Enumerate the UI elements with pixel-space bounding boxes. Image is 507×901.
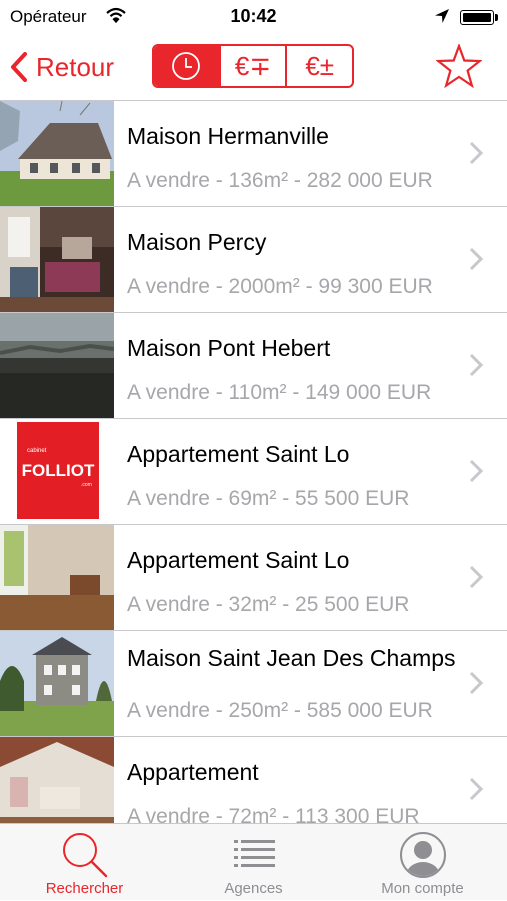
sort-by-date-segment[interactable] xyxy=(154,46,219,86)
listing-details: A vendre - 110m² - 149 000 EUR xyxy=(127,381,432,404)
listing-title: Maison Percy xyxy=(127,229,267,255)
tab-mon-compte[interactable]: Mon compte xyxy=(338,824,507,901)
listing-title: Maison Hermanville xyxy=(127,123,329,149)
listing-details: A vendre - 69m² - 55 500 EUR xyxy=(127,487,410,510)
back-button[interactable]: Retour xyxy=(10,48,114,86)
listing-photo xyxy=(0,631,114,736)
listing-row[interactable]: Appartement Saint Lo A vendre - 32m² - 2… xyxy=(0,525,507,631)
clock-icon xyxy=(172,52,201,80)
sort-price-ascending-segment[interactable]: €± xyxy=(285,46,352,86)
listing-details: A vendre - 136m² - 282 000 EUR xyxy=(127,169,433,192)
status-bar: Opérateur 10:42 xyxy=(0,0,507,34)
euro-minus-plus-icon: €∓ xyxy=(234,50,272,81)
chevron-right-icon xyxy=(469,777,483,801)
back-label: Retour xyxy=(36,51,115,82)
chevron-right-icon xyxy=(469,247,483,271)
sort-segmented-control: €∓ €± xyxy=(152,44,354,88)
battery-icon xyxy=(460,10,498,25)
listing-title: Maison Pont Hebert xyxy=(127,335,331,361)
tab-agences[interactable]: Agences xyxy=(169,824,338,901)
chevron-right-icon xyxy=(469,353,483,377)
listing-photo xyxy=(0,737,114,823)
tab-label: Mon compte xyxy=(381,880,464,897)
tab-label: Rechercher xyxy=(45,880,124,897)
listing-photo xyxy=(0,313,114,418)
listing-details: A vendre - 2000m² - 99 300 EUR xyxy=(127,275,433,298)
listing-photo xyxy=(0,101,114,206)
chevron-right-icon xyxy=(469,459,483,483)
listing-row[interactable]: Maison Percy A vendre - 2000m² - 99 300 … xyxy=(0,207,507,313)
clock-time: 10:42 xyxy=(230,6,277,26)
listing-row[interactable]: Maison Pont Hebert A vendre - 110m² - 14… xyxy=(0,313,507,419)
listing-row[interactable]: Appartement A vendre - 72m² - 113 300 EU… xyxy=(0,737,507,823)
listing-table: Maison Hermanville A vendre - 136m² - 28… xyxy=(0,101,507,823)
listing-title: Appartement Saint Lo xyxy=(127,441,350,467)
svg-text:FOLLIOT: FOLLIOT xyxy=(22,461,95,480)
listing-details: A vendre - 72m² - 113 300 EUR xyxy=(127,805,420,823)
list-icon xyxy=(233,840,275,867)
agency-logo: FOLLIOT cabinet .com xyxy=(0,419,114,524)
chevron-right-icon xyxy=(469,565,483,589)
svg-text:cabinet: cabinet xyxy=(27,448,47,454)
tab-label: Agences xyxy=(224,880,283,897)
listing-title: Appartement Saint Lo xyxy=(127,547,350,573)
chevron-right-icon xyxy=(469,141,483,165)
chevron-right-icon xyxy=(469,671,483,695)
listing-row[interactable]: Maison Hermanville A vendre - 136m² - 28… xyxy=(0,101,507,207)
tab-rechercher[interactable]: Rechercher xyxy=(0,824,169,901)
sort-price-descending-segment[interactable]: €∓ xyxy=(218,46,286,86)
svg-text:.com: .com xyxy=(81,482,92,488)
user-icon xyxy=(399,832,446,878)
listing-details: A vendre - 32m² - 25 500 EUR xyxy=(127,593,410,616)
listing-title: Appartement xyxy=(127,759,259,785)
search-icon xyxy=(62,833,107,878)
listing-photo xyxy=(0,525,114,630)
chevron-left-icon xyxy=(11,52,27,82)
navigation-bar: Retour €∓ €± xyxy=(0,34,507,101)
location-arrow-icon xyxy=(434,8,450,29)
euro-plus-minus-icon: €± xyxy=(305,50,335,81)
listing-row[interactable]: FOLLIOT cabinet .com Appartement Saint L… xyxy=(0,419,507,525)
listing-row[interactable]: Maison Saint Jean Des Champs A vendre - … xyxy=(0,631,507,737)
favorite-button[interactable] xyxy=(435,42,483,93)
tab-bar: Rechercher Agences Mon compte xyxy=(0,823,507,900)
listing-title: Maison Saint Jean Des Champs xyxy=(127,645,456,671)
listing-details: A vendre - 250m² - 585 000 EUR xyxy=(127,699,433,722)
listing-photo xyxy=(0,207,114,312)
star-icon xyxy=(435,42,483,89)
